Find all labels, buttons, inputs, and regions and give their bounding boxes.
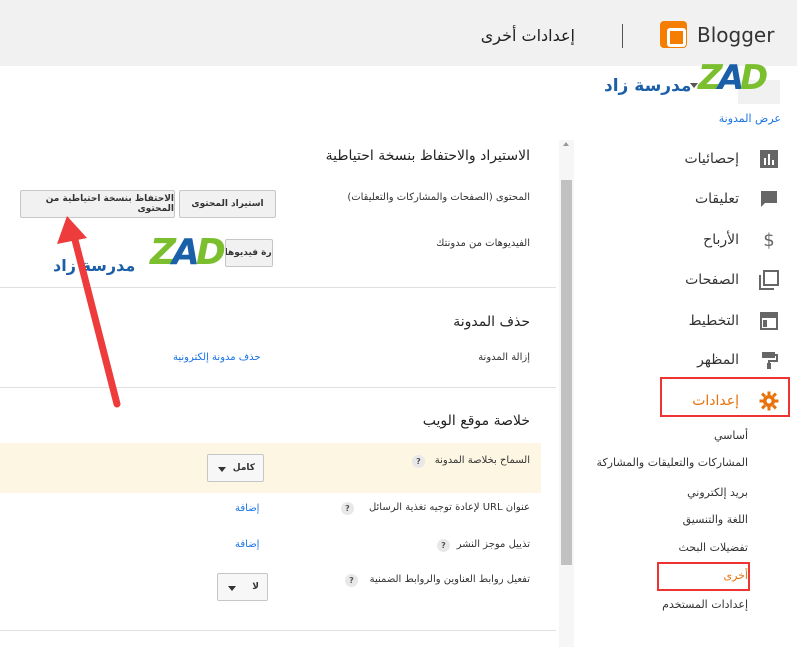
help-icon[interactable]: ? xyxy=(341,502,354,515)
top-bar: Blogger إعدادات أخرى xyxy=(0,0,797,66)
sidebar-item-label: إحصائيات xyxy=(684,151,739,167)
settings-highlight-box xyxy=(660,377,790,417)
brand-name: Blogger xyxy=(697,22,775,47)
submenu-posts-comments-sharing[interactable]: المشاركات والتعليقات والمشاركة xyxy=(597,456,748,469)
redirect-add-link[interactable]: إضافة xyxy=(235,503,259,514)
submenu-email[interactable]: بريد إلكتروني xyxy=(687,486,748,499)
submenu-language-formatting[interactable]: اللغة والتنسيق xyxy=(683,513,748,526)
blog-name: مدرسة زاد xyxy=(604,76,692,96)
feed-highlight-row xyxy=(0,443,541,493)
sidebar-item-comments[interactable]: تعليقات xyxy=(695,188,779,210)
enclosure-links-label: تفعيل روابط العناوين والروابط الضمنية xyxy=(369,574,530,585)
submenu-search-preferences[interactable]: تفضيلات البحث xyxy=(678,541,748,554)
view-blog-link[interactable]: عرض المدونة xyxy=(719,112,781,125)
blogger-logo-icon xyxy=(660,21,687,48)
layout-icon xyxy=(759,311,779,331)
comment-icon xyxy=(759,189,779,209)
sidebar-item-label: التخطيط xyxy=(688,313,739,329)
paint-roller-icon xyxy=(759,350,779,370)
dollar-icon: $ xyxy=(763,229,775,251)
other-highlight-box xyxy=(657,562,750,591)
delete-section-title: حذف المدونة xyxy=(453,314,530,330)
videos-label: الفيديوهات من مدونتك xyxy=(436,238,530,249)
redirect-url-label: عنوان URL لإعادة توجيه تغذية الرسائل xyxy=(368,502,530,513)
sidebar-item-earnings[interactable]: $ الأرباح xyxy=(703,229,779,251)
scrollbar-thumb[interactable] xyxy=(561,180,572,565)
post-feed-footer-label: تذييل موجز النشر xyxy=(456,539,530,550)
sidebar-item-stats[interactable]: إحصائيات xyxy=(684,148,779,170)
help-icon[interactable]: ? xyxy=(412,455,425,468)
backup-section-title: الاستيراد والاحتفاظ بنسخة احتياطية xyxy=(325,148,530,164)
enclosure-links-value: لا xyxy=(252,582,259,592)
section-divider xyxy=(0,630,556,631)
chevron-down-icon[interactable] xyxy=(690,83,698,88)
page-title: إعدادات أخرى xyxy=(480,26,575,45)
topbar-divider xyxy=(622,24,623,48)
remove-blog-label: إزالة المدونة xyxy=(478,352,530,363)
watermark-mark-d: D xyxy=(196,232,226,273)
blogger-brand[interactable]: Blogger xyxy=(660,21,774,48)
sidebar-item-pages[interactable]: الصفحات xyxy=(685,269,779,291)
chevron-down-icon xyxy=(218,467,226,472)
footer-add-link[interactable]: إضافة xyxy=(235,539,259,550)
sidebar-item-layout[interactable]: التخطيط xyxy=(689,310,779,332)
blog-logo-mark-d: D xyxy=(740,58,769,98)
sidebar-item-label: المظهر xyxy=(697,352,739,368)
bar-chart-icon xyxy=(759,149,779,169)
allow-feed-label: السماح بخلاصة المدونة xyxy=(434,455,530,466)
manage-videos-button[interactable]: إدارة فيديوهات xyxy=(225,239,273,267)
blogger-window: Blogger إعدادات أخرى Z A D مدرسة زاد عرض… xyxy=(0,0,812,647)
help-icon[interactable]: ? xyxy=(345,574,358,587)
sidebar-item-label: الصفحات xyxy=(685,272,739,288)
enclosure-links-select[interactable]: لا xyxy=(217,573,268,601)
annotation-arrow-icon xyxy=(57,216,121,408)
sidebar-item-label: تعليقات xyxy=(694,191,739,207)
chevron-down-icon xyxy=(228,586,236,591)
pages-icon xyxy=(759,270,779,290)
feed-section-title: خلاصة موقع الويب xyxy=(422,413,530,429)
submenu-user-settings[interactable]: إعدادات المستخدم xyxy=(662,598,748,611)
scroll-up-icon[interactable] xyxy=(563,142,569,146)
blog-selector[interactable]: Z A D مدرسة زاد xyxy=(600,58,780,104)
content-label: المحتوى (الصفحات والمشاركات والتعليقات) xyxy=(347,192,530,203)
import-content-button[interactable]: استيراد المحتوى xyxy=(179,190,276,218)
sidebar-item-theme[interactable]: المظهر xyxy=(697,349,779,371)
submenu-basic[interactable]: أساسي xyxy=(714,429,748,442)
help-icon[interactable]: ? xyxy=(437,539,450,552)
allow-feed-select[interactable]: كامل xyxy=(207,454,264,482)
allow-feed-value: كامل xyxy=(232,463,255,473)
sidebar-item-label: الأرباح xyxy=(703,232,739,248)
delete-blog-link[interactable]: حذف مدونة إلكترونية xyxy=(173,352,261,363)
